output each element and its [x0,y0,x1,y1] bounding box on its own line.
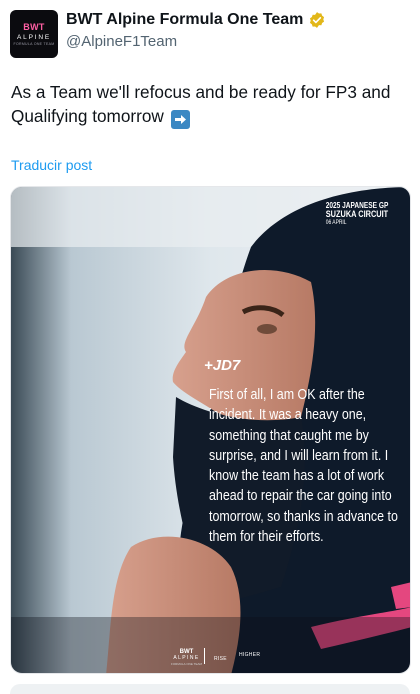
tweet-body: As a Team we'll refocus and be ready for… [11,82,391,126]
footer-tag-higher: HIGHER [239,652,261,658]
media-footer-logo: BWT ALPINE FORMULA ONE TEAM [171,649,202,667]
race-info: 2025 JAPANESE GP SUZUKA CIRCUIT 06 APRIL [325,201,388,228]
race-info-line3: 06 APRIL [325,220,347,226]
avatar-brand: BWT [23,22,45,32]
footer-tag-rise: RISE [214,656,227,662]
race-info-line2: SUZUKA CIRCUIT [325,209,388,219]
next-card-edge [10,684,410,694]
driver-number-mark: +JD7 [204,357,241,374]
footer-divider [204,648,205,664]
tweet-text: As a Team we'll refocus and be ready for… [11,80,415,129]
driver-quote: First of all, I am OK after the incident… [209,386,398,546]
handle[interactable]: @AlpineF1Team [66,33,177,50]
avatar-team: ALPINE [17,34,51,41]
footer-subtitle: FORMULA ONE TEAM [171,662,202,666]
translate-post-link[interactable]: Traducir post [11,157,92,173]
display-name[interactable]: BWT Alpine Formula One Team [66,11,303,29]
verified-badge-icon[interactable] [308,11,326,29]
tweet-media-image[interactable]: 2025 JAPANESE GP SUZUKA CIRCUIT 06 APRIL… [10,186,411,674]
avatar[interactable]: BWT ALPINE FORMULA ONE TEAM [10,10,58,58]
right-arrow-emoji-icon [170,110,190,129]
author-name-row: BWT Alpine Formula One Team [66,11,326,29]
avatar-subtitle: FORMULA ONE TEAM [13,42,55,46]
